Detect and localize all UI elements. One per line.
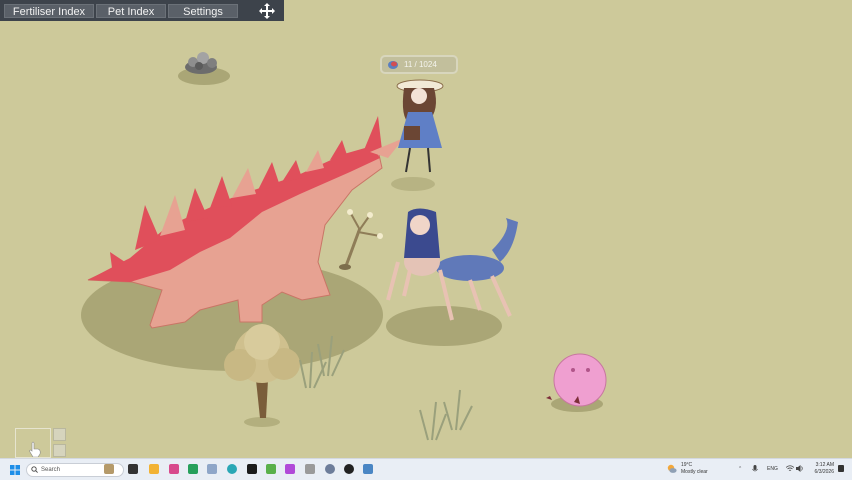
weather-icon <box>667 464 677 473</box>
terminal-icon[interactable] <box>247 464 257 474</box>
language-indicator[interactable]: ENG <box>767 466 778 473</box>
app-icon-5[interactable] <box>285 464 295 474</box>
move-icon[interactable] <box>258 2 276 20</box>
pink-slime <box>546 353 607 407</box>
game-scene[interactable]: Fertiliser Index Pet Index Settings 11 /… <box>0 0 852 458</box>
counter-value: 11 / 1024 <box>404 60 437 69</box>
mini-slot-2[interactable] <box>53 444 66 457</box>
deer-widget-icon[interactable] <box>104 464 114 474</box>
task-view-icon[interactable] <box>128 464 138 474</box>
hand-cursor-icon <box>29 441 41 457</box>
app-icon-4[interactable] <box>266 464 276 474</box>
app-icon-3[interactable] <box>207 464 217 474</box>
spider-girl-creature <box>386 208 518 321</box>
weather-desc: Mostly clear <box>681 469 708 475</box>
windows-start-icon[interactable] <box>10 465 20 475</box>
weather-widget[interactable]: 19°C Mostly clear <box>681 462 708 476</box>
top-menu-bar: Fertiliser Index Pet Index Settings <box>0 0 284 21</box>
app-icon-6[interactable] <box>305 464 315 474</box>
volume-icon[interactable] <box>796 465 804 472</box>
app-icon-2[interactable] <box>188 464 198 474</box>
app-icon-7[interactable] <box>344 464 354 474</box>
fertiliser-index-button[interactable]: Fertiliser Index <box>4 3 94 18</box>
app-icon-1[interactable] <box>169 464 179 474</box>
clock[interactable]: 3:12 AM 6/3/2026 <box>810 462 834 476</box>
search-placeholder: Search <box>41 467 61 473</box>
microphone-icon[interactable] <box>752 465 758 474</box>
mini-slot-1[interactable] <box>53 428 66 441</box>
file-explorer-icon[interactable] <box>149 464 159 474</box>
weather-temp: 19°C <box>681 462 693 468</box>
notification-icon[interactable] <box>838 465 844 473</box>
edge-icon[interactable] <box>227 464 237 474</box>
clock-date: 6/3/2026 <box>814 469 834 475</box>
windows-taskbar: Search 19°C Mostly clear ⌃ ENG 3:12 AM 6… <box>0 458 852 480</box>
tree-shadow <box>244 417 280 427</box>
chevron-up-icon[interactable]: ⌃ <box>738 466 742 473</box>
search-icon <box>31 466 38 473</box>
settings-button[interactable]: Settings <box>168 3 238 18</box>
wifi-icon[interactable] <box>786 465 794 472</box>
farmer-girl <box>396 79 444 173</box>
clock-time: 3:12 AM <box>815 462 834 468</box>
bare-sapling <box>339 209 383 270</box>
mini-cursor-box[interactable] <box>15 428 51 458</box>
settings-gear-icon[interactable] <box>325 464 335 474</box>
girl-shadow <box>391 177 435 191</box>
rock-pile <box>185 52 217 74</box>
pet-index-button[interactable]: Pet Index <box>96 3 166 18</box>
seed-bag-icon <box>388 61 398 69</box>
game-app-icon[interactable] <box>363 464 373 474</box>
spider-girl-shadow <box>386 306 502 346</box>
fertiliser-counter: 11 / 1024 <box>380 55 458 74</box>
